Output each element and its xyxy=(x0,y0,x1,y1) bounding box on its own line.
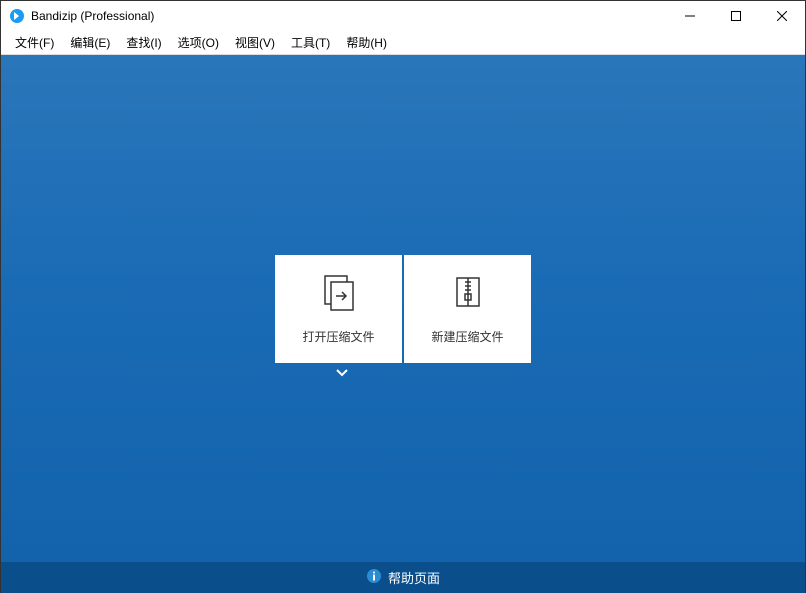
statusbar: 帮助页面 xyxy=(1,562,805,593)
chevron-down-icon[interactable] xyxy=(335,365,349,383)
menu-file[interactable]: 文件(F) xyxy=(7,31,62,54)
open-archive-icon xyxy=(319,272,359,312)
maximize-button[interactable] xyxy=(713,1,759,31)
minimize-button[interactable] xyxy=(667,1,713,31)
main-area: 打开压缩文件 新建压缩文件 xyxy=(1,55,805,562)
window-controls xyxy=(667,1,805,31)
open-archive-tile[interactable]: 打开压缩文件 xyxy=(275,255,402,363)
new-archive-label: 新建压缩文件 xyxy=(431,328,503,345)
help-page-label: 帮助页面 xyxy=(388,568,440,587)
open-archive-label: 打开压缩文件 xyxy=(302,328,374,345)
new-archive-tile[interactable]: 新建压缩文件 xyxy=(404,255,531,363)
menu-view[interactable]: 视图(V) xyxy=(227,31,283,54)
close-button[interactable] xyxy=(759,1,805,31)
window-title: Bandizip (Professional) xyxy=(31,9,667,23)
help-page-link[interactable]: 帮助页面 xyxy=(366,568,440,587)
new-archive-icon xyxy=(448,272,488,312)
menu-help[interactable]: 帮助(H) xyxy=(338,31,395,54)
app-icon xyxy=(9,8,25,24)
info-icon xyxy=(366,568,382,587)
menu-tools[interactable]: 工具(T) xyxy=(283,31,338,54)
menubar: 文件(F) 编辑(E) 查找(I) 选项(O) 视图(V) 工具(T) 帮助(H… xyxy=(1,31,805,55)
titlebar: Bandizip (Professional) xyxy=(1,1,805,31)
menu-options[interactable]: 选项(O) xyxy=(170,31,227,54)
menu-edit[interactable]: 编辑(E) xyxy=(62,31,118,54)
tile-row: 打开压缩文件 新建压缩文件 xyxy=(275,255,531,363)
menu-find[interactable]: 查找(I) xyxy=(118,31,169,54)
